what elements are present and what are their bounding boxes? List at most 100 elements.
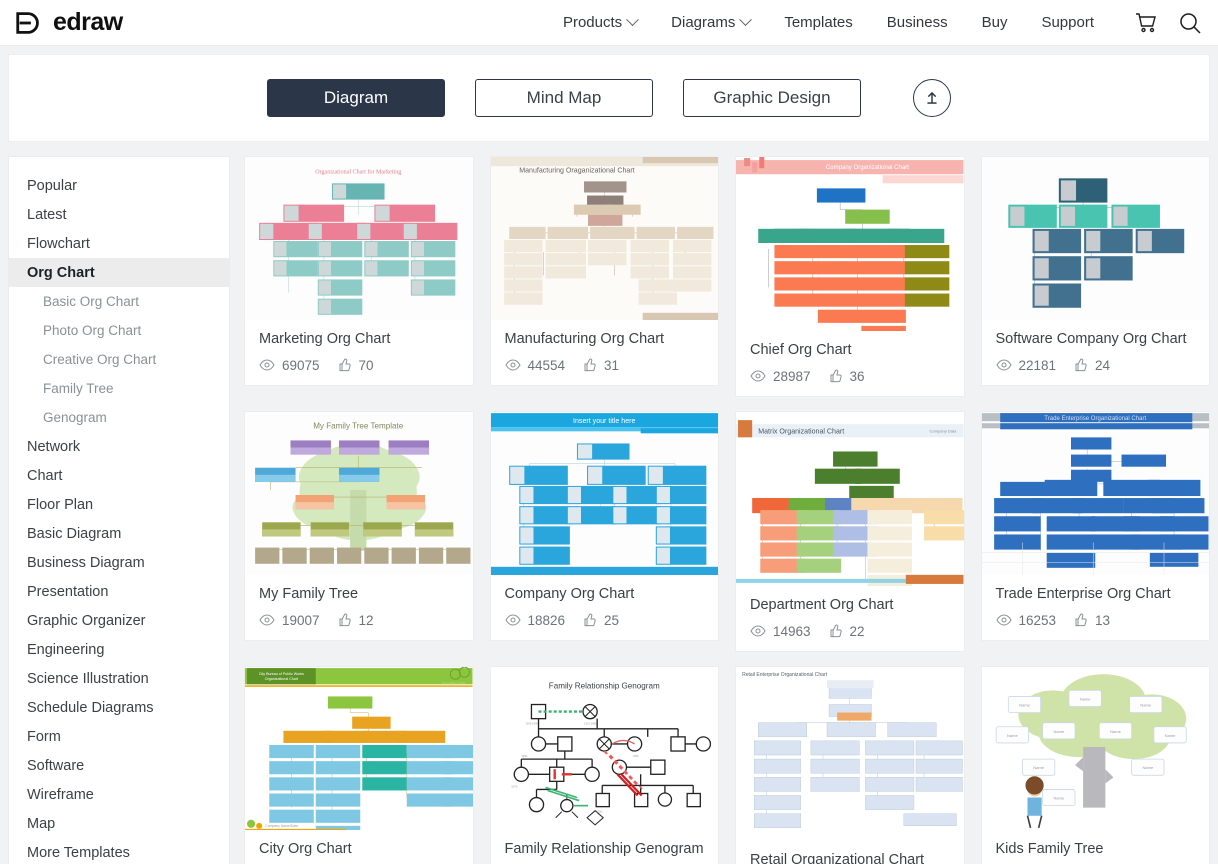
nav-item-buy[interactable]: Buy	[982, 14, 1008, 31]
sidebar-item-map[interactable]: Map	[9, 809, 229, 838]
views-count: 22181	[1018, 357, 1057, 373]
eye-icon	[504, 614, 521, 626]
likes-stat: 25	[581, 612, 619, 628]
search-icon[interactable]	[1178, 11, 1202, 35]
sidebar-item-business-diagram[interactable]: Business Diagram	[9, 548, 229, 577]
svg-text:1975-: 1975-	[511, 784, 518, 788]
views-stat: 18826	[504, 612, 565, 628]
chevron-down-icon	[626, 13, 640, 27]
sidebar-item-schedule-diagrams[interactable]: Schedule Diagrams	[9, 693, 229, 722]
svg-text:Name: Name	[1019, 703, 1031, 708]
template-thumbnail: Manufacturing Oraganizational Chart	[490, 157, 718, 320]
likes-stat: 36	[827, 368, 865, 384]
template-thumbnail: My Family Tree Template	[245, 412, 473, 575]
svg-text:Trade Enterprise Organizationa: Trade Enterprise Organizational Chart	[1044, 416, 1146, 422]
sidebar-item-science-illustration[interactable]: Science Illustration	[9, 664, 229, 693]
likes-stat: 13	[1072, 612, 1110, 628]
card-info: Chief Org Chart 28987 36	[736, 331, 964, 396]
nav-item-products[interactable]: Products	[563, 13, 640, 31]
sidebar-item-org-chart[interactable]: Org Chart	[9, 258, 229, 287]
card-stats: 18826 25	[504, 612, 705, 628]
likes-count: 36	[849, 368, 865, 384]
template-card[interactable]: Trade Enterprise Organizational Chart Tr…	[980, 411, 1210, 641]
nav-item-support[interactable]: Support	[1041, 14, 1094, 31]
template-card[interactable]: My Family Tree Template My Family Tree 1…	[244, 411, 474, 641]
template-thumbnail: Organizational Chart for Marketing	[245, 157, 473, 320]
sidebar-item-network[interactable]: Network	[9, 432, 229, 461]
eye-icon	[259, 614, 275, 626]
card-info: Department Org Chart 14963 22	[736, 586, 964, 651]
eye-icon	[750, 625, 766, 637]
nav-item-business[interactable]: Business	[887, 14, 948, 31]
likes-stat: 70	[336, 357, 374, 373]
template-thumbnail: Trade Enterprise Organizational Chart	[981, 412, 1209, 575]
nav-item-diagrams[interactable]: Diagrams	[671, 13, 753, 31]
template-card[interactable]: Software Company Org Chart 22181 24	[980, 156, 1210, 386]
card-info: Family Relationship Genogram 13847 17	[491, 830, 719, 864]
likes-count: 31	[604, 357, 620, 373]
svg-text:Name: Name	[1140, 703, 1152, 708]
svg-text:1955-: 1955-	[632, 754, 639, 758]
sidebar-item-basic-diagram[interactable]: Basic Diagram	[9, 519, 229, 548]
sidebar-item-presentation[interactable]: Presentation	[9, 577, 229, 606]
sidebar-item-flowchart[interactable]: Flowchart	[9, 229, 229, 258]
eye-icon	[504, 359, 521, 371]
eye-icon	[995, 359, 1012, 371]
template-card[interactable]: Retail Enterprise Organizational Chart R…	[735, 666, 965, 864]
category-sidebar: Popular Latest Flowchart Org Chart Basic…	[8, 156, 230, 864]
tab-mind-map[interactable]: Mind Map	[475, 79, 653, 117]
sidebar-item-latest[interactable]: Latest	[9, 200, 229, 229]
card-title: Software Company Org Chart	[995, 331, 1187, 347]
template-thumbnail: Matrix Organizational Chart Company Data	[736, 412, 964, 586]
svg-text:1950-: 1950-	[521, 754, 528, 758]
card-title: City Org Chart	[259, 841, 352, 857]
sidebar-item-popular[interactable]: Popular	[9, 171, 229, 200]
sidebar-item-more-templates[interactable]: More Templates	[9, 838, 229, 864]
card-stats: 69075 70	[259, 357, 459, 373]
sidebar-item-wireframe[interactable]: Wireframe	[9, 780, 229, 809]
sidebar-item-graphic-organizer[interactable]: Graphic Organizer	[9, 606, 229, 635]
brand-logo[interactable]: edraw	[14, 8, 123, 38]
svg-text:Name: Name	[1164, 733, 1176, 738]
cart-icon[interactable]	[1134, 11, 1158, 35]
nav-icon-group	[1134, 11, 1202, 35]
views-count: 69075	[282, 357, 320, 373]
svg-text:Description Data: Description Data	[442, 681, 466, 685]
sidebar-item-creative-org-chart[interactable]: Creative Org Chart	[9, 345, 229, 374]
sidebar-item-photo-org-chart[interactable]: Photo Org Chart	[9, 316, 229, 345]
svg-text:Name: Name	[1033, 765, 1045, 770]
template-card[interactable]: Manufacturing Oraganizational Chart Manu…	[489, 156, 719, 386]
views-stat: 14963	[750, 623, 811, 639]
likes-count: 70	[358, 357, 374, 373]
sidebar-item-floor-plan[interactable]: Floor Plan	[9, 490, 229, 519]
template-card[interactable]: Organizational Chart for Marketing Marke…	[244, 156, 474, 386]
template-card[interactable]: Insert your title here Company Org Chart…	[489, 411, 719, 641]
card-title: Company Org Chart	[504, 586, 635, 602]
sidebar-item-engineering[interactable]: Engineering	[9, 635, 229, 664]
svg-text:Family Relationship Genogram: Family Relationship Genogram	[548, 681, 659, 690]
card-stats: 44554 31	[504, 357, 705, 373]
sidebar-item-genogram[interactable]: Genogram	[9, 403, 229, 432]
template-card[interactable]: City Bureau of Public Works Organization…	[244, 666, 474, 864]
svg-text:City Bureau of Public Works: City Bureau of Public Works	[259, 672, 304, 676]
svg-text:Company Name/Date: Company Name/Date	[265, 824, 298, 828]
top-navigation-bar: edraw Products Diagrams Templates Busine…	[0, 0, 1218, 46]
sidebar-item-family-tree[interactable]: Family Tree	[9, 374, 229, 403]
svg-text:2000-: 2000-	[596, 810, 603, 814]
sidebar-item-basic-org-chart[interactable]: Basic Org Chart	[9, 287, 229, 316]
sidebar-item-form[interactable]: Form	[9, 722, 229, 751]
template-card[interactable]: Name Name Name Name Name Name Name Name Name Na…	[980, 666, 1210, 864]
tab-diagram[interactable]: Diagram	[267, 79, 445, 117]
nav-item-templates[interactable]: Templates	[784, 14, 852, 31]
template-thumbnail: Insert your title here	[490, 412, 718, 575]
sidebar-item-software[interactable]: Software	[9, 751, 229, 780]
card-info: Software Company Org Chart 22181 24	[982, 320, 1210, 385]
views-stat: 22181	[995, 357, 1057, 373]
upload-circle-icon[interactable]	[913, 79, 951, 117]
sidebar-item-chart[interactable]: Chart	[9, 461, 229, 490]
tab-graphic-design[interactable]: Graphic Design	[683, 79, 861, 117]
template-card[interactable]: Matrix Organizational Chart Company Data	[735, 411, 965, 652]
brand-name: edraw	[53, 8, 123, 36]
template-card[interactable]: Family Relationship Genogram 1930-1990 1…	[489, 666, 719, 864]
template-card[interactable]: Company Organizational Chart Chief Org C…	[735, 156, 965, 397]
